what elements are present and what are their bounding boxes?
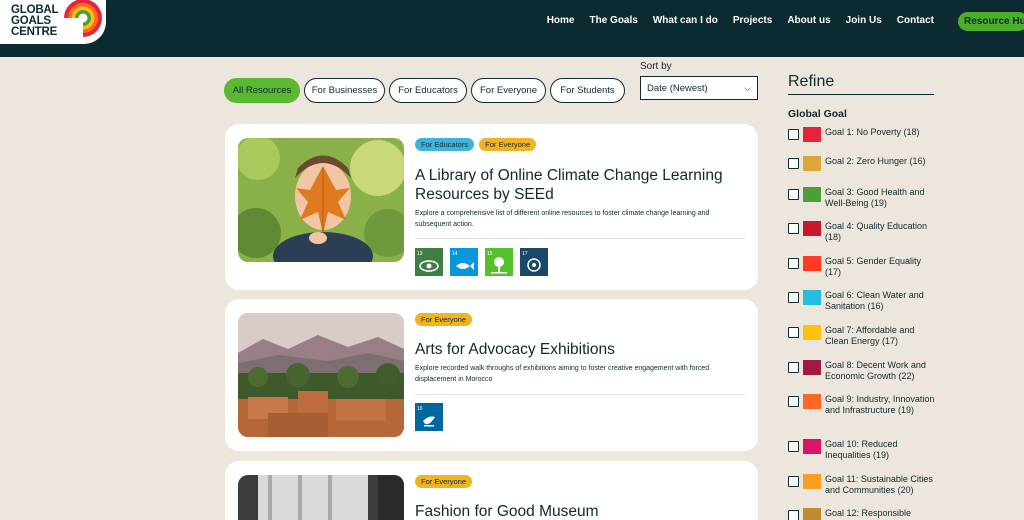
goal-6-icon (803, 290, 821, 305)
card-goal-icons: 13 14 15 17 (415, 248, 548, 276)
museum-photo (238, 475, 404, 520)
goal-8-icon (803, 360, 821, 375)
goal-16-icon[interactable]: 16 (415, 403, 443, 431)
refine-section-global-goal: Global Goal (788, 108, 847, 120)
sort-label: Sort by (640, 61, 672, 72)
refine-divider (788, 94, 934, 95)
checkbox[interactable] (788, 129, 799, 140)
card-divider (415, 238, 745, 239)
card-goal-icons: 16 (415, 403, 443, 431)
goal-12-icon (803, 508, 821, 520)
nav-join-us[interactable]: Join Us (846, 15, 882, 26)
goal-13-icon[interactable]: 13 (415, 248, 443, 276)
nav-about-us[interactable]: About us (787, 15, 830, 26)
main-nav: Home The Goals What can I do Projects Ab… (532, 15, 934, 26)
tag-for-educators[interactable]: For Educators (415, 138, 475, 151)
svg-text:15: 15 (487, 251, 493, 257)
goal-1-icon (803, 127, 821, 142)
tag-for-everyone[interactable]: For Everyone (415, 475, 473, 488)
goal-17-icon[interactable]: 17 (520, 248, 548, 276)
card-tags: For Educators For Everyone (415, 138, 537, 151)
goal-10-icon (803, 439, 821, 454)
card-image (238, 138, 404, 262)
svg-text:17: 17 (522, 251, 528, 257)
sort-value: Date (Newest) (647, 83, 708, 94)
checkbox[interactable] (788, 327, 799, 338)
goal-5-icon (803, 256, 821, 271)
card-title[interactable]: Fashion for Good Museum (415, 502, 750, 520)
chevron-down-icon: ⌵ (744, 83, 751, 93)
card-divider (415, 394, 745, 395)
card-tags: For Everyone (415, 475, 473, 488)
card-title[interactable]: Arts for Advocacy Exhibitions (415, 340, 750, 359)
filter-for-businesses[interactable]: For Businesses (304, 78, 385, 103)
svg-text:14: 14 (452, 251, 458, 257)
tag-for-everyone[interactable]: For Everyone (415, 313, 473, 326)
checkbox[interactable] (788, 441, 799, 452)
checkbox[interactable] (788, 510, 799, 520)
filter-all-resources[interactable]: All Resources (224, 78, 300, 103)
goal-9-icon (803, 394, 821, 409)
goal-15-icon[interactable]: 15 (485, 248, 513, 276)
checkbox[interactable] (788, 292, 799, 303)
resource-hub-button[interactable]: Resource Hub (958, 12, 1024, 31)
sort-select[interactable]: Date (Newest) ⌵ (640, 76, 758, 100)
nav-home[interactable]: Home (547, 15, 575, 26)
checkbox[interactable] (788, 396, 799, 407)
nav-what-can-i-do[interactable]: What can I do (653, 15, 718, 26)
card-tags: For Everyone (415, 313, 473, 326)
checkbox[interactable] (788, 362, 799, 373)
svg-text:16: 16 (417, 406, 423, 412)
svg-text:13: 13 (417, 251, 423, 257)
goal-3-icon (803, 187, 821, 202)
resource-card[interactable]: For Educators For Everyone A Library of … (225, 124, 758, 290)
goal-4-icon (803, 221, 821, 236)
morocco-landscape-photo (238, 313, 404, 437)
goal-11-icon (803, 474, 821, 489)
card-image (238, 313, 404, 437)
goal-7-icon (803, 325, 821, 340)
nav-the-goals[interactable]: The Goals (589, 15, 637, 26)
site-header: GLOBAL GOALS CENTRE Home The Goals What … (0, 0, 1024, 57)
boy-with-leaf-photo (238, 138, 404, 262)
refine-title: Refine (788, 73, 835, 90)
logo-wordmark: GLOBAL GOALS CENTRE (11, 4, 59, 38)
resource-card[interactable]: For Everyone Fashion for Good Museum (225, 461, 758, 520)
card-description: Explore recorded walk throughs of exhibi… (415, 365, 710, 383)
checkbox[interactable] (788, 258, 799, 269)
card-image (238, 475, 404, 520)
checkbox[interactable] (788, 223, 799, 234)
filter-for-everyone[interactable]: For Everyone (471, 78, 546, 103)
card-description: Explore a comprehensive list of differen… (415, 210, 710, 228)
checkbox[interactable] (788, 476, 799, 487)
goal-2-icon (803, 156, 821, 171)
checkbox[interactable] (788, 158, 799, 169)
nav-projects[interactable]: Projects (733, 15, 772, 26)
checkbox[interactable] (788, 189, 799, 200)
tag-for-everyone[interactable]: For Everyone (479, 138, 537, 151)
logo-rings-icon (63, 0, 102, 42)
filter-for-students[interactable]: For Students (550, 78, 625, 103)
filter-for-educators[interactable]: For Educators (389, 78, 467, 103)
nav-contact[interactable]: Contact (897, 15, 934, 26)
goal-14-icon[interactable]: 14 (450, 248, 478, 276)
site-logo[interactable]: GLOBAL GOALS CENTRE (0, 0, 106, 44)
resource-card[interactable]: For Everyone Arts for Advocacy Exhibitio… (225, 299, 758, 451)
card-title[interactable]: A Library of Online Climate Change Learn… (415, 166, 750, 204)
